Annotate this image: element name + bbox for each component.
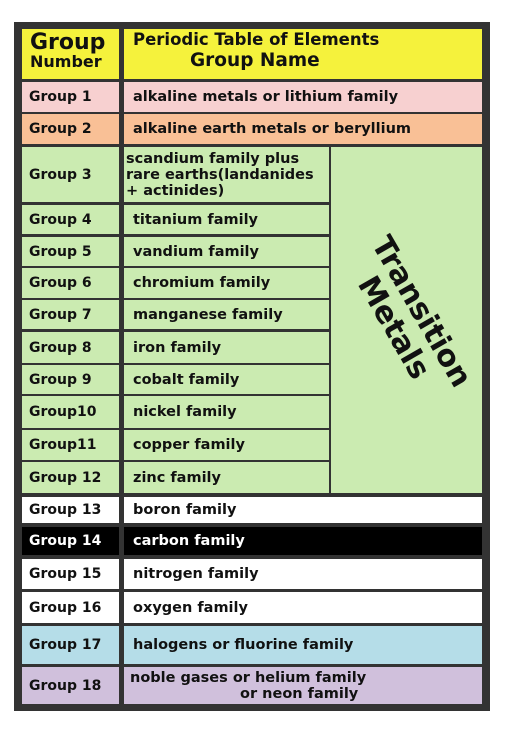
group-number: Group 9 <box>29 371 92 388</box>
group-number-cell: Group 7 <box>22 300 119 329</box>
group-name: alkaline metals or lithium family <box>133 89 399 105</box>
group-number-cell: Group 9 <box>22 365 119 394</box>
group-number-cell: Group 15 <box>22 559 119 589</box>
group-number: Group 5 <box>29 243 92 260</box>
group-number: Group 15 <box>29 566 102 582</box>
group-number-cell: Group 3 <box>22 147 119 202</box>
group-number-cell: Group 18 <box>22 667 119 704</box>
group-name-cell: vandium family <box>124 237 329 266</box>
group-name: chromium family <box>133 275 271 291</box>
group-number-cell: Group 4 <box>22 205 119 234</box>
group-number-cell: Group 12 <box>22 462 119 493</box>
group-name-cell: oxygen family <box>124 592 482 623</box>
group-name: copper family <box>133 437 245 453</box>
group-number: Group 14 <box>29 533 102 549</box>
group-name-cell: scandium family plus rare earths(landanid… <box>124 147 329 202</box>
group-name-cell: noble gases or helium family or neon fami… <box>124 667 482 704</box>
group-name-cell: alkaline earth metals or beryllium <box>124 114 482 144</box>
group-name-cell: halogens or fluorine family <box>124 626 482 664</box>
group-number-cell: Group 8 <box>22 332 119 363</box>
transition-metals-cell: Transition Metals <box>331 147 482 493</box>
group-name: carbon family <box>133 533 245 549</box>
group-number-cell: Group11 <box>22 430 119 460</box>
group-name: zinc family <box>133 469 221 486</box>
group-number: Group 16 <box>29 599 102 616</box>
group-name: manganese family <box>133 306 283 323</box>
group-name-line: + actinides) <box>126 182 225 199</box>
group-name: halogens or fluorine family <box>133 637 354 653</box>
group-name-cell: zinc family <box>124 462 329 493</box>
group-number: Group 4 <box>29 211 92 228</box>
group-name: boron family <box>133 502 237 518</box>
group-name-cell: iron family <box>124 332 329 363</box>
group-name-cell: carbon family <box>124 527 482 555</box>
group-name: iron family <box>133 339 222 356</box>
header-subtitle: Group Name <box>190 49 320 71</box>
group-name-cell: titanium family <box>124 205 329 234</box>
group-name: alkaline earth metals or beryllium <box>133 121 412 137</box>
group-number-cell: Group 16 <box>22 592 119 623</box>
group-name: nitrogen family <box>133 566 259 582</box>
group-name-line: scandium family plus <box>126 150 300 167</box>
group-name-cell: copper family <box>124 430 329 460</box>
group-number-cell: Group 5 <box>22 237 119 266</box>
group-number-cell: Group10 <box>22 396 119 428</box>
group-number: Group 6 <box>29 275 92 291</box>
group-number: Group 13 <box>29 502 102 518</box>
group-name-cell: nitrogen family <box>124 559 482 589</box>
group-number: Group 7 <box>29 306 92 323</box>
group-name-line: or neon family <box>240 685 359 702</box>
group-number: Group10 <box>29 404 97 420</box>
group-number: Group 18 <box>29 677 102 694</box>
group-name: nickel family <box>133 404 237 420</box>
group-number: Group 1 <box>29 89 92 105</box>
group-number-cell: Group 13 <box>22 497 119 523</box>
group-number: Group 2 <box>29 121 92 137</box>
header-title: Periodic Table of Elements <box>133 30 380 49</box>
group-number-cell: Group 2 <box>22 114 119 144</box>
header-group-number: Group Number <box>22 29 119 79</box>
group-name-cell: alkaline metals or lithium family <box>124 82 482 112</box>
group-number: Group 8 <box>29 339 92 356</box>
group-name: titanium family <box>133 211 258 228</box>
group-number-cell: Group 14 <box>22 527 119 555</box>
group-number: Group11 <box>29 437 97 453</box>
group-name: vandium family <box>133 243 259 260</box>
group-name-cell: boron family <box>124 497 482 523</box>
group-name-cell: cobalt family <box>124 365 329 394</box>
group-name-cell: chromium family <box>124 268 329 298</box>
group-number-cell: Group 6 <box>22 268 119 298</box>
group-name-line: noble gases or helium family <box>130 669 367 686</box>
group-name: oxygen family <box>133 599 248 616</box>
group-number-cell: Group 1 <box>22 82 119 112</box>
group-number-cell: Group 17 <box>22 626 119 664</box>
header-group-name: Periodic Table of Elements Group Name <box>124 29 482 79</box>
header-number-label: Number <box>30 52 102 71</box>
group-name-cell: manganese family <box>124 300 329 329</box>
group-name-cell: nickel family <box>124 396 329 428</box>
group-name-line: rare earths(landanides <box>126 166 314 183</box>
group-number: Group 17 <box>29 637 102 653</box>
group-number: Group 12 <box>29 469 102 486</box>
group-number: Group 3 <box>29 166 92 183</box>
transition-metals-label: Transition Metals <box>337 230 478 409</box>
group-name: cobalt family <box>133 371 240 388</box>
header-group-label: Group <box>30 30 106 55</box>
